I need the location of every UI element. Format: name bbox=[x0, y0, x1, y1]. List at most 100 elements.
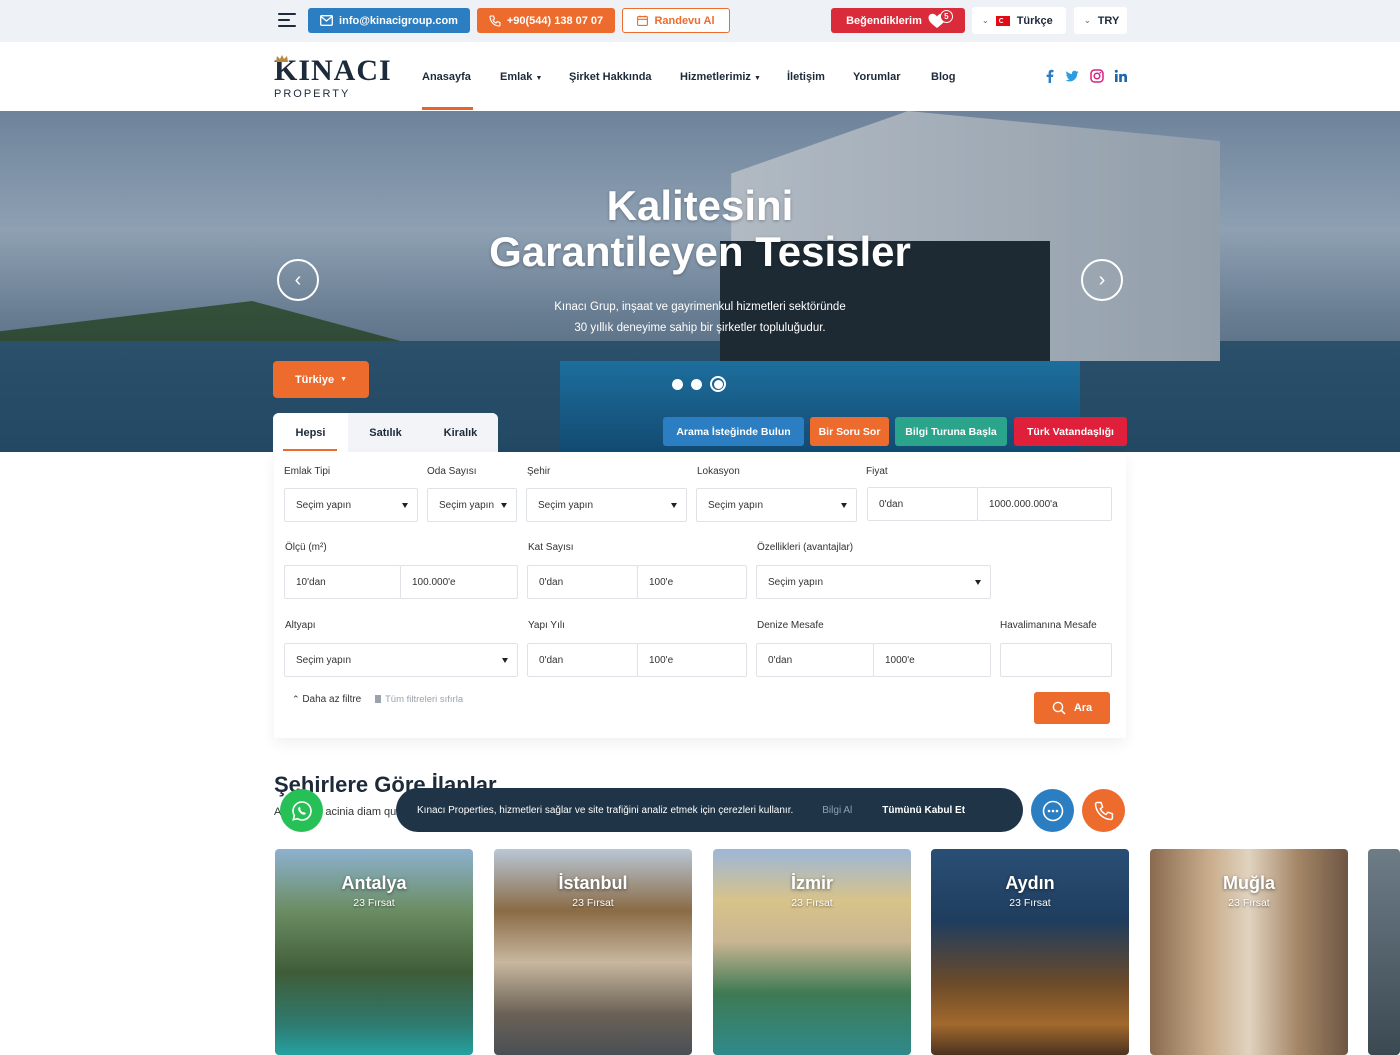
nav-item-iletisim[interactable]: İletişim bbox=[787, 71, 825, 83]
caret-down-icon: ▼ bbox=[535, 75, 543, 82]
favorites-label: Beğendiklerim bbox=[846, 14, 922, 27]
reset-filters-link[interactable]: Tüm filtreleri sıfırla bbox=[375, 694, 463, 705]
ask-question-button[interactable]: Bir Soru Sor bbox=[810, 417, 889, 446]
oda-sayisi-select[interactable]: Seçim yapın bbox=[427, 488, 517, 522]
subtitle-rest: acinia diam qu bbox=[325, 806, 397, 818]
search-request-button[interactable]: Arama İsteğinde Bulun bbox=[663, 417, 804, 446]
nav-item-label: Emlak bbox=[500, 71, 533, 83]
kat-max-input[interactable]: 100'e bbox=[637, 565, 747, 599]
phone-button[interactable]: +90(544) 138 07 07 bbox=[477, 8, 615, 33]
phone-icon bbox=[489, 14, 501, 27]
altyapi-select[interactable]: Seçim yapın bbox=[284, 643, 518, 677]
hero-title: Kalitesini Garantileyen Tesisler bbox=[400, 183, 1000, 275]
city-card-mugla[interactable]: Muğla 23 Fırsat bbox=[1150, 849, 1348, 1055]
yapi-yili-max-input[interactable]: 100'e bbox=[637, 643, 747, 677]
kat-min-input[interactable]: 0'dan bbox=[527, 565, 638, 599]
city-card-partial[interactable] bbox=[1368, 849, 1400, 1055]
olcu-label: Ölçü (m²) bbox=[285, 542, 327, 553]
city-card-antalya[interactable]: Antalya 23 Fırsat bbox=[275, 849, 473, 1055]
city-card-izmir[interactable]: İzmir 23 Fırsat bbox=[713, 849, 911, 1055]
appointment-label: Randevu Al bbox=[654, 14, 715, 27]
city-card-istanbul[interactable]: İstanbul 23 Fırsat bbox=[494, 849, 692, 1055]
deniz-max-input[interactable]: 1000'e bbox=[873, 643, 991, 677]
deniz-min-input[interactable]: 0'dan bbox=[756, 643, 874, 677]
slider-dot-1[interactable] bbox=[672, 378, 683, 390]
select-value: Seçim yapın bbox=[768, 576, 824, 588]
turkey-flag-icon bbox=[995, 15, 1010, 26]
tab-satilik[interactable]: Satılık bbox=[348, 413, 423, 452]
chat-button[interactable] bbox=[1031, 789, 1074, 832]
nav-item-yorumlar[interactable]: Yorumlar bbox=[853, 71, 900, 83]
olcu-max-input[interactable]: 100.000'e bbox=[400, 565, 518, 599]
slider-dot-2[interactable] bbox=[691, 378, 702, 390]
twitter-icon[interactable] bbox=[1065, 69, 1079, 83]
search-button[interactable]: Ara bbox=[1034, 692, 1110, 724]
email-text: info@kinacigroup.com bbox=[339, 14, 458, 27]
ozellikler-label: Özellikleri (avantajlar) bbox=[757, 542, 854, 553]
city-name: İzmir bbox=[790, 873, 833, 893]
language-select[interactable]: ⌄ Türkçe bbox=[972, 7, 1066, 34]
select-value: Seçim yapın bbox=[708, 499, 764, 511]
less-filter-link[interactable]: ⌃ Daha az filtre bbox=[292, 694, 361, 705]
phone-icon bbox=[1094, 801, 1113, 820]
crown-icon bbox=[275, 50, 289, 62]
fiyat-min-input[interactable]: 0'dan bbox=[867, 487, 978, 521]
cookie-info-link[interactable]: Bilgi Al bbox=[822, 805, 852, 816]
instagram-icon[interactable] bbox=[1090, 69, 1104, 83]
chevron-up-icon: ⌃ bbox=[292, 694, 300, 704]
nav-item-blog[interactable]: Blog bbox=[931, 71, 955, 83]
search-icon bbox=[1052, 701, 1066, 715]
city-count: 23 Fırsat bbox=[353, 897, 395, 909]
nav-item-emlak[interactable]: Emlak ▼ bbox=[500, 71, 542, 83]
city-name: İstanbul bbox=[558, 873, 628, 893]
lokasyon-select[interactable]: Seçim yapın bbox=[696, 488, 857, 522]
facebook-icon[interactable] bbox=[1043, 69, 1057, 83]
citizenship-button[interactable]: Türk Vatandaşlığı bbox=[1014, 417, 1127, 446]
tab-kiralik[interactable]: Kiralık bbox=[423, 413, 498, 452]
olcu-min-input[interactable]: 10'dan bbox=[284, 565, 401, 599]
tab-hepsi[interactable]: Hepsi bbox=[273, 413, 348, 452]
logo-name: KINACI bbox=[274, 54, 392, 87]
top-bar: info@kinacigroup.com +90(544) 138 07 07 … bbox=[0, 0, 1400, 42]
caret-down-icon bbox=[975, 580, 981, 585]
chevron-down-icon: ⌄ bbox=[982, 16, 989, 25]
phone-text: +90(544) 138 07 07 bbox=[506, 14, 604, 27]
email-button[interactable]: info@kinacigroup.com bbox=[308, 8, 470, 33]
info-tour-button[interactable]: Bilgi Turuna Başla bbox=[895, 417, 1007, 446]
emlak-tipi-select[interactable]: Seçim yapın bbox=[284, 488, 418, 522]
havalimani-input[interactable] bbox=[1000, 643, 1112, 677]
mail-icon bbox=[320, 15, 333, 26]
lokasyon-label: Lokasyon bbox=[697, 466, 740, 477]
ozellikler-select[interactable]: Seçim yapın bbox=[756, 565, 991, 599]
favorites-button[interactable]: Beğendiklerim 5 bbox=[831, 8, 965, 33]
logo[interactable]: KINACI PROPERTY bbox=[274, 54, 394, 102]
havalimani-label: Havalimanına Mesafe bbox=[1000, 620, 1097, 631]
appointment-button[interactable]: Randevu Al bbox=[622, 8, 730, 33]
nav-item-anasayfa[interactable]: Anasayfa bbox=[422, 71, 471, 83]
city-count: 23 Fırsat bbox=[791, 897, 833, 909]
select-value: Seçim yapın bbox=[439, 499, 495, 511]
nav-item-sirket[interactable]: Şirket Hakkında bbox=[569, 71, 652, 83]
city-card-aydin[interactable]: Aydın 23 Fırsat bbox=[931, 849, 1129, 1055]
slider-dot-3-active[interactable] bbox=[710, 376, 726, 392]
linkedin-icon[interactable] bbox=[1114, 69, 1128, 83]
slider-next-button[interactable]: › bbox=[1081, 259, 1123, 301]
menu-icon[interactable] bbox=[278, 13, 296, 27]
calendar-icon bbox=[637, 15, 649, 26]
call-button[interactable] bbox=[1082, 789, 1125, 832]
caret-down-icon bbox=[502, 658, 508, 663]
slider-prev-button[interactable]: ‹ bbox=[277, 259, 319, 301]
caret-down-icon bbox=[841, 503, 847, 508]
hero-slider: Kalitesini Garantileyen Tesisler Kınacı G… bbox=[0, 111, 1400, 452]
sehir-select[interactable]: Seçim yapın bbox=[526, 488, 687, 522]
denize-mesafe-label: Denize Mesafe bbox=[757, 620, 824, 631]
currency-select[interactable]: ⌄ TRY bbox=[1074, 7, 1127, 34]
country-dropdown[interactable]: Türkiye ▼ bbox=[273, 361, 369, 398]
chat-icon bbox=[1042, 800, 1063, 821]
cookie-accept-button[interactable]: Tümünü Kabul Et bbox=[882, 805, 965, 816]
nav-item-hizmetlerimiz[interactable]: Hizmetlerimiz ▼ bbox=[680, 71, 761, 83]
yapi-yili-min-input[interactable]: 0'dan bbox=[527, 643, 638, 677]
heart-icon: 5 bbox=[928, 9, 953, 29]
fiyat-max-input[interactable]: 1000.000.000'a bbox=[977, 487, 1112, 521]
whatsapp-button[interactable] bbox=[280, 789, 323, 832]
